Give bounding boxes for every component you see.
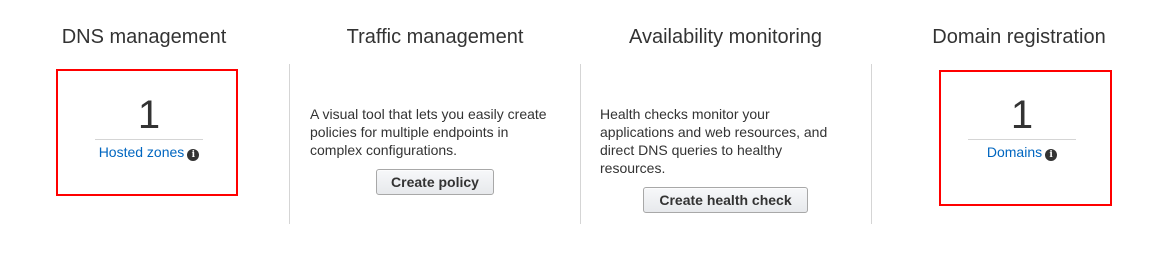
info-icon[interactable]: i xyxy=(1045,149,1058,161)
traffic-management-panel: Traffic management A visual tool that le… xyxy=(290,0,580,258)
traffic-management-title: Traffic management xyxy=(346,26,524,48)
domains-link-row: Domains i xyxy=(968,143,1076,161)
create-policy-button[interactable]: Create policy xyxy=(376,169,494,195)
dns-management-panel: DNS management 1 Hosted zones i xyxy=(0,0,290,258)
availability-monitoring-panel: Availability monitoring Health checks mo… xyxy=(580,0,871,258)
dns-management-title: DNS management xyxy=(61,26,227,48)
hosted-zones-count: 1 xyxy=(137,93,161,137)
availability-monitoring-description: Health checks monitor your applications … xyxy=(600,106,828,176)
domains-link[interactable]: Domains xyxy=(987,144,1042,160)
traffic-management-description: A visual tool that lets you easily creat… xyxy=(310,106,547,158)
hosted-zones-link-row: Hosted zones i xyxy=(95,143,203,161)
create-health-check-button[interactable]: Create health check xyxy=(643,187,808,213)
hosted-zones-link[interactable]: Hosted zones xyxy=(99,144,185,160)
availability-monitoring-title: Availability monitoring xyxy=(628,26,823,48)
info-icon[interactable]: i xyxy=(187,149,200,161)
domains-count: 1 xyxy=(1010,93,1034,137)
domain-registration-panel: Domain registration 1 Domains i xyxy=(871,0,1167,258)
hosted-zones-stat: 1 Hosted zones i xyxy=(95,92,203,161)
domain-registration-title: Domain registration xyxy=(932,26,1106,48)
stat-divider xyxy=(968,139,1076,140)
stat-divider xyxy=(95,139,203,140)
domains-stat: 1 Domains i xyxy=(968,92,1076,161)
